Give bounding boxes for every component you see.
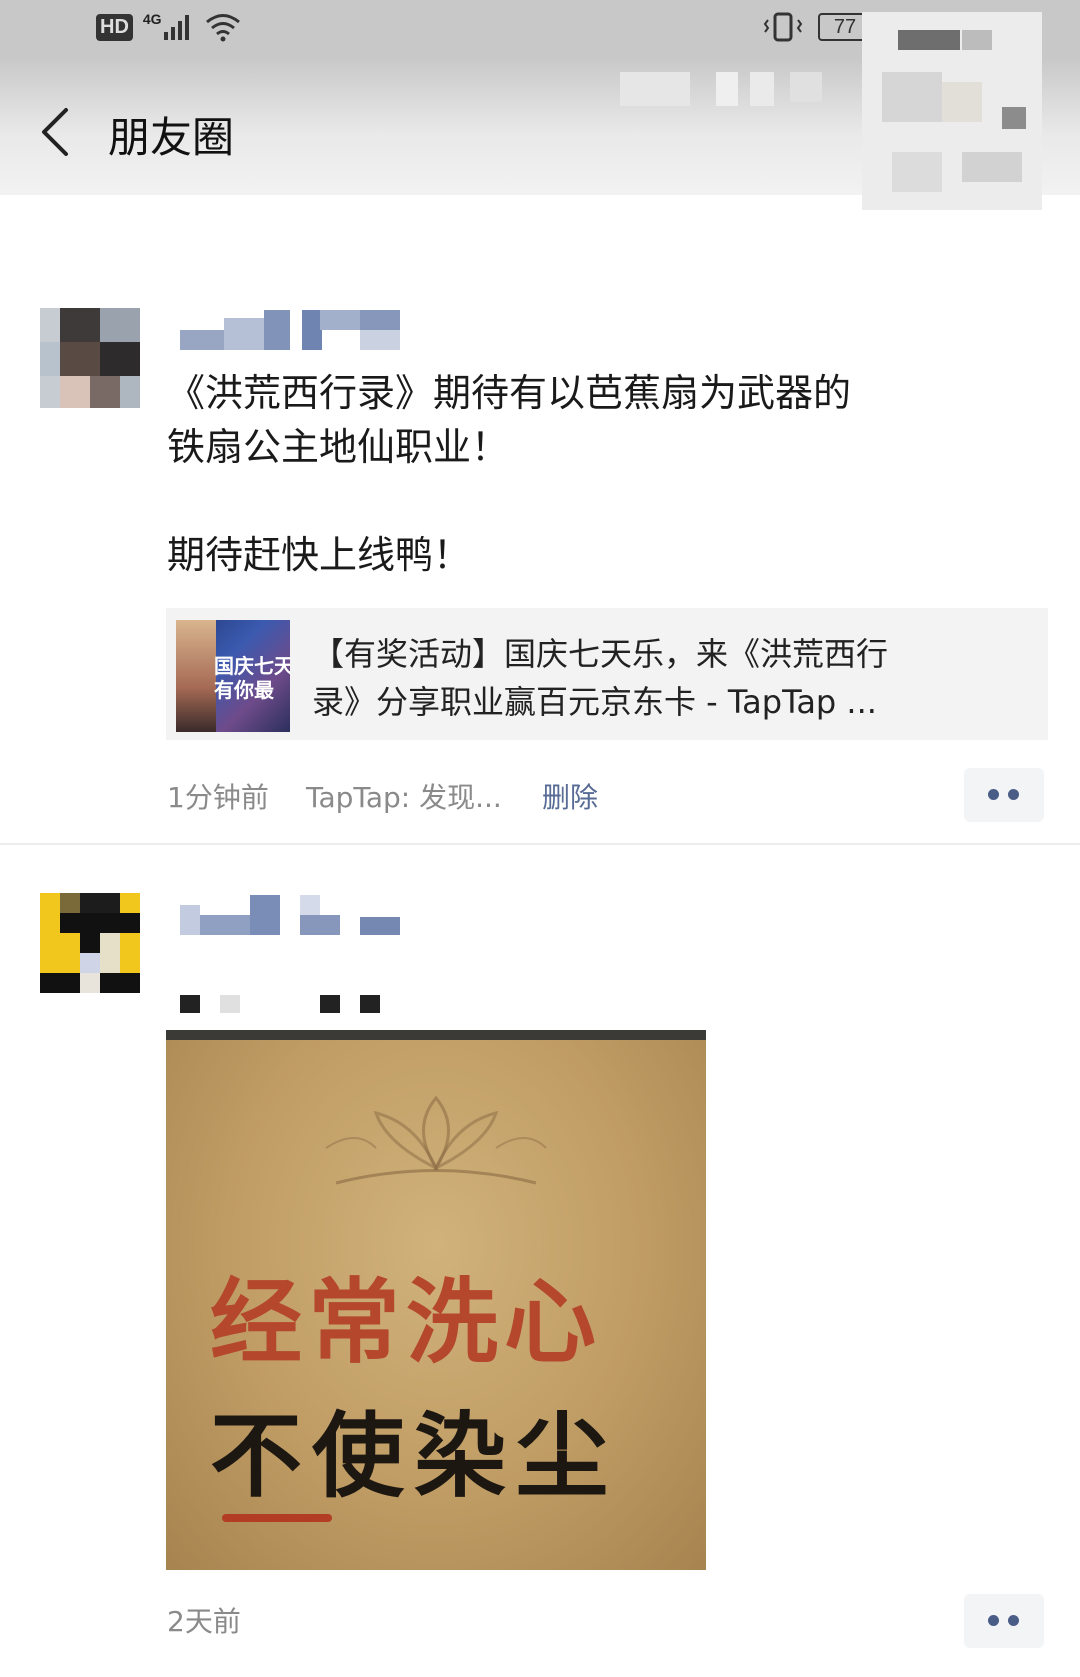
dot-icon [1008,789,1019,800]
post-text-line: 期待赶快上线鸭！ [167,533,472,577]
avatar[interactable] [40,893,140,993]
blurred-username[interactable] [180,310,410,350]
delete-link[interactable]: 删除 [542,776,598,816]
dot-icon [988,1615,999,1626]
moments-post-1: 《洪荒西行录》期待有以芭蕉扇为武器的 铁扇公主地仙职业！ 期待赶快上线鸭！ 国庆… [0,0,1080,843]
thumbnail-text: 有你最 [214,678,274,702]
dot-icon [1008,1615,1019,1626]
post-time: 1分钟前 [167,781,269,814]
avatar[interactable] [40,308,140,408]
image-text-line: 经常洗心 [210,1269,603,1376]
thumbnail-text: 国庆七天 [214,654,290,678]
link-title: 【有奖活动】国庆七天乐，来《洪荒西行 录》分享职业赢百元京东卡 - TapTap… [312,635,889,721]
image-text-line: 不使染尘 [210,1403,619,1510]
more-actions-button[interactable] [964,768,1044,822]
post-text: 《洪荒西行录》期待有以芭蕉扇为武器的 铁扇公主地仙职业！ 期待赶快上线鸭！ [167,366,1017,582]
post-text-line: 《洪荒西行录》期待有以芭蕉扇为武器的 [167,371,852,415]
post-time: 2天前 [167,1605,241,1638]
post-image[interactable]: 经常洗心 不使染尘 [166,1030,706,1570]
more-actions-button[interactable] [964,1594,1044,1648]
post-text-line: 铁扇公主地仙职业！ [167,425,510,469]
link-thumbnail: 国庆七天 有你最 [176,620,290,732]
post-source[interactable]: TapTap: 发现... [306,776,502,816]
blurred-username[interactable] [180,895,420,939]
lotus-ornament-icon [325,1095,547,1185]
dot-icon [988,789,999,800]
image-underline [222,1514,332,1522]
shared-link-card[interactable]: 国庆七天 有你最 【有奖活动】国庆七天乐，来《洪荒西行 录》分享职业赢百元京东卡… [166,608,1048,740]
blurred-post-text [180,995,380,1019]
